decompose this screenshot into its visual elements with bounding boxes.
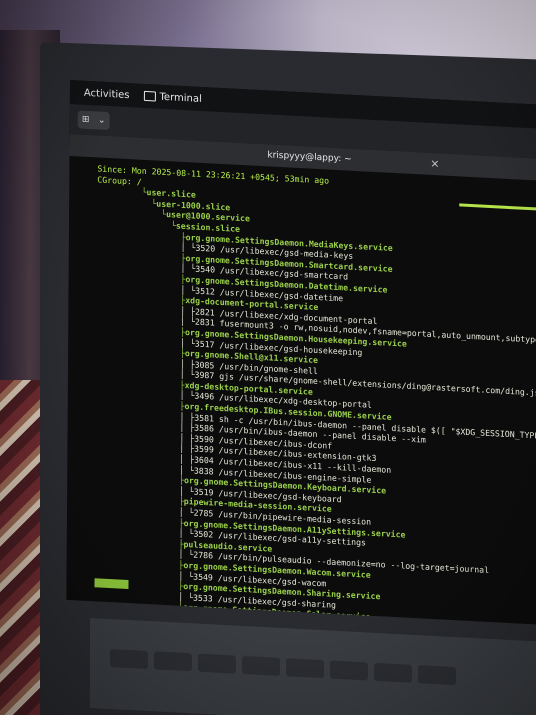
keyboard-key (330, 660, 368, 681)
cursor-highlight (94, 578, 129, 590)
activities-button[interactable]: Activities (84, 87, 130, 100)
keyboard-key (110, 648, 148, 669)
new-tab-button[interactable]: ⊞ ⌄ (77, 110, 110, 131)
keyboard-key (242, 655, 280, 676)
new-tab-icon: ⊞ (81, 114, 90, 126)
laptop-screen: Activities Terminal ⊞ ⌄ krispyyy@lappy: … (66, 80, 536, 625)
keyboard-key (154, 651, 192, 672)
chevron-down-icon: ⌄ (97, 115, 106, 126)
terminal-icon (143, 90, 156, 102)
photo-scene: Activities Terminal ⊞ ⌄ krispyyy@lappy: … (0, 0, 536, 715)
close-icon[interactable]: × (430, 157, 439, 170)
app-name: Terminal (159, 91, 202, 105)
window-title: krispyyy@lappy: ~ (267, 150, 352, 165)
terminal-output[interactable]: Since: Mon 2025-08-11 23:26:21 +0545; 53… (66, 156, 536, 625)
keyboard-key (198, 653, 236, 674)
keyboard-key (286, 658, 324, 679)
app-menu[interactable]: Terminal (143, 90, 202, 105)
keyboard-key (418, 665, 456, 686)
keyboard-key (374, 662, 412, 683)
